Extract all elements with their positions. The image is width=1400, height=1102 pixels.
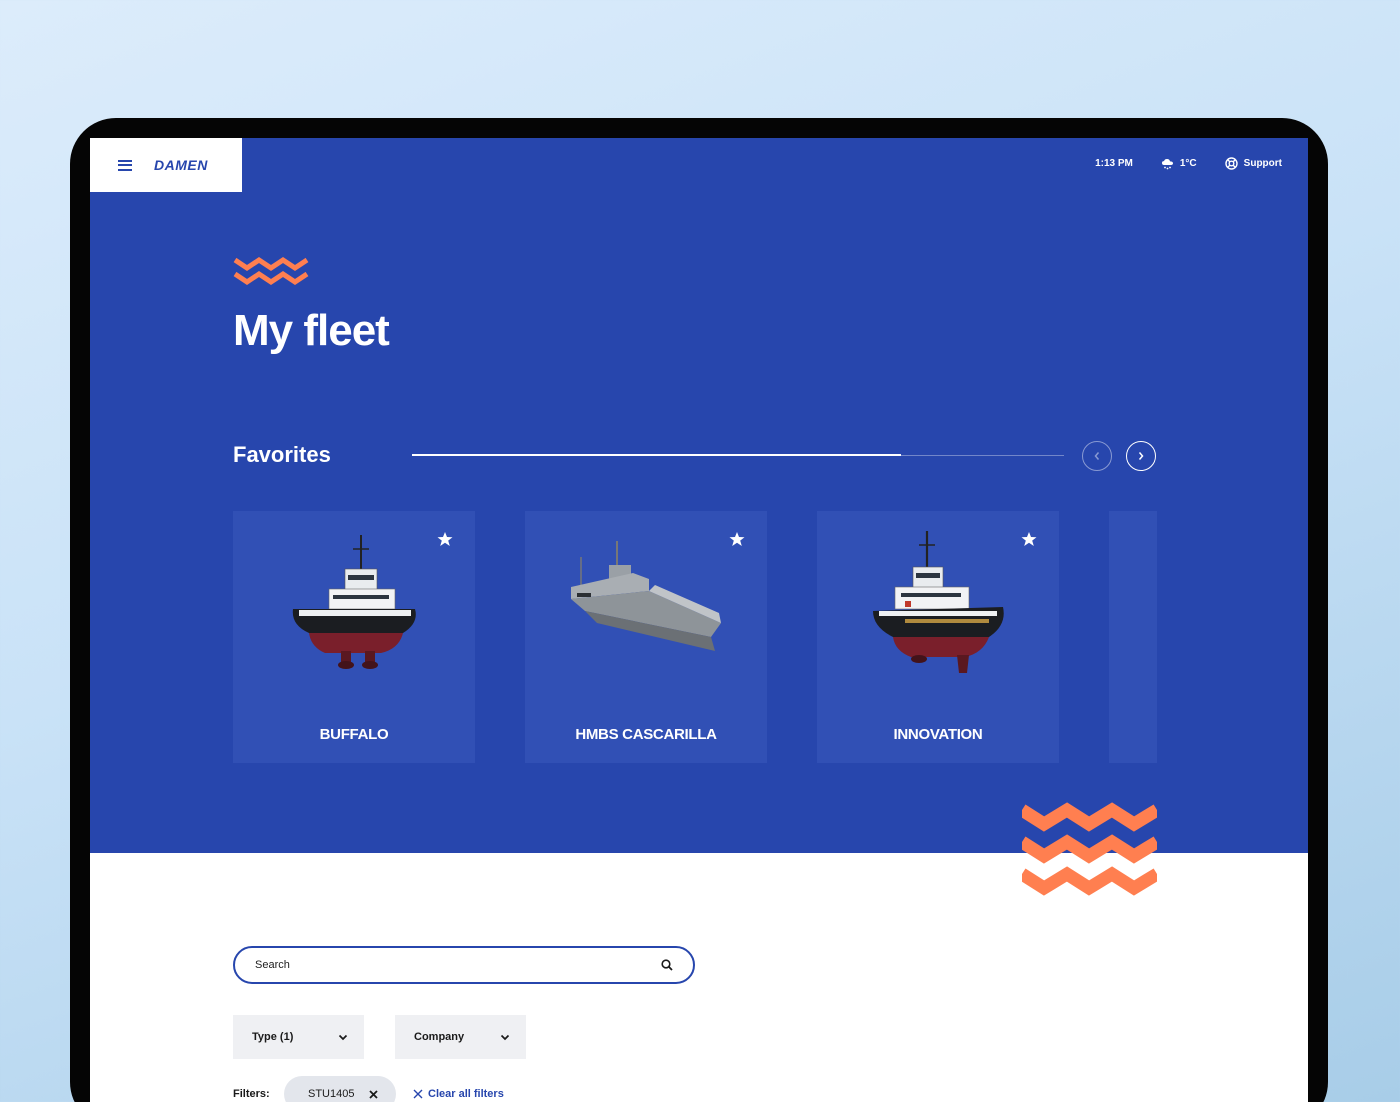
weather: 1°C	[1161, 158, 1197, 170]
vessel-card[interactable]: INNOVATION	[817, 511, 1059, 763]
carousel-prev-button[interactable]	[1082, 441, 1112, 471]
filter-chip-label: STU1405	[308, 1088, 355, 1100]
carousel-next-button[interactable]	[1126, 441, 1156, 471]
vessel-name: HMBS CASCARILLA	[575, 726, 717, 743]
zigzag-decoration-large	[1022, 802, 1157, 896]
carousel-progress-fill	[412, 454, 901, 456]
chevron-down-icon	[500, 1034, 510, 1040]
close-icon	[413, 1089, 423, 1099]
support-label: Support	[1243, 158, 1282, 169]
hero-section: DAMEN 1:13 PM 1°C Support My fleet Favor…	[90, 138, 1308, 896]
favorites-heading: Favorites	[233, 442, 331, 467]
vessel-card[interactable]: HMBS CASCARILLA	[525, 511, 767, 763]
active-filter-chip: STU1405	[284, 1076, 396, 1102]
vessel-name: BUFFALO	[319, 726, 389, 743]
vessel-card[interactable]: BUFFALO	[233, 511, 475, 763]
search-bar[interactable]	[233, 946, 695, 984]
lifebuoy-icon	[1224, 157, 1238, 170]
zigzag-decoration	[233, 256, 309, 286]
search-input[interactable]	[255, 959, 661, 971]
search-icon[interactable]	[661, 959, 673, 971]
company-dropdown[interactable]: Company	[395, 1015, 526, 1059]
company-dropdown-label: Company	[414, 1031, 465, 1043]
brand-logo[interactable]: DAMEN	[154, 157, 208, 173]
favorites-carousel: BUFFALO HMBS CASCARILLA INNOVATION	[233, 511, 1157, 763]
app-screen: DAMEN 1:13 PM 1°C Support My fleet Favor…	[90, 138, 1308, 1102]
cloud-snow-icon	[1161, 158, 1173, 169]
vessel-card-partial[interactable]	[1109, 511, 1157, 763]
tug-vessel-image	[292, 535, 416, 669]
chevron-right-icon	[1138, 452, 1144, 460]
topbar-status: 1:13 PM 1°C Support	[1067, 157, 1282, 170]
chevron-left-icon	[1094, 452, 1100, 460]
patrol-vessel-image	[571, 541, 721, 651]
vessel-name: INNOVATION	[893, 726, 983, 743]
close-icon[interactable]	[369, 1089, 378, 1099]
chevron-down-icon	[338, 1034, 348, 1040]
tug-vessel-image	[873, 531, 1004, 673]
clock: 1:13 PM	[1095, 158, 1133, 169]
support-link[interactable]: Support	[1224, 157, 1282, 170]
page-title: My fleet	[233, 306, 390, 355]
clear-all-filters-button[interactable]: Clear all filters	[413, 1088, 504, 1100]
hamburger-icon[interactable]	[118, 159, 132, 171]
logo-box: DAMEN	[90, 138, 242, 192]
carousel-progress-track	[412, 454, 1064, 456]
clear-all-filters-label: Clear all filters	[428, 1088, 504, 1100]
temperature: 1°C	[1179, 158, 1197, 169]
filters-label: Filters:	[233, 1088, 270, 1100]
type-dropdown[interactable]: Type (1)	[233, 1015, 364, 1059]
type-dropdown-label: Type (1)	[252, 1031, 294, 1043]
